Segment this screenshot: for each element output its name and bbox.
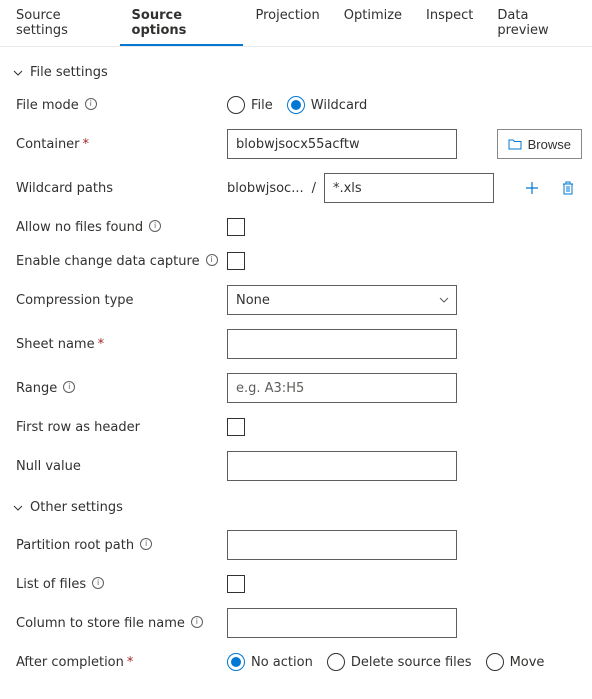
delete-path-button[interactable] xyxy=(554,174,582,202)
tab-source-options[interactable]: Source options xyxy=(120,0,244,46)
info-icon[interactable]: i xyxy=(63,381,75,393)
label-partition-root: Partition root path xyxy=(16,538,134,553)
required-marker: * xyxy=(127,655,134,670)
compression-select[interactable] xyxy=(227,285,457,315)
container-input[interactable] xyxy=(227,129,457,159)
row-wildcard-paths: Wildcard paths blobwjsoc... / xyxy=(12,166,592,210)
tab-data-preview[interactable]: Data preview xyxy=(485,0,588,46)
label-null-value: Null value xyxy=(16,459,81,474)
label-sheet-name: Sheet name xyxy=(16,337,95,352)
row-sheet-name: Sheet name * xyxy=(12,322,592,366)
row-allow-no-files: Allow no files found i xyxy=(12,210,592,244)
row-partition-root: Partition root path i xyxy=(12,523,592,567)
allow-no-files-checkbox[interactable] xyxy=(227,218,245,236)
info-icon[interactable]: i xyxy=(206,254,218,266)
list-of-files-checkbox[interactable] xyxy=(227,575,245,593)
row-file-mode: File mode i File Wildcard xyxy=(12,88,592,122)
tab-inspect[interactable]: Inspect xyxy=(414,0,485,46)
plus-icon xyxy=(525,181,539,195)
row-after-completion: After completion * No action Delete sour… xyxy=(12,645,592,679)
chevron-down-icon xyxy=(12,67,24,79)
section-other-settings-label: Other settings xyxy=(30,500,123,515)
folder-icon xyxy=(508,138,522,150)
radio-move[interactable]: Move xyxy=(486,653,545,671)
path-separator: / xyxy=(312,181,316,196)
range-input[interactable] xyxy=(227,373,457,403)
row-first-row-header: First row as header xyxy=(12,410,592,444)
radio-move-label: Move xyxy=(510,655,545,670)
first-row-header-checkbox[interactable] xyxy=(227,418,245,436)
row-list-of-files: List of files i xyxy=(12,567,592,601)
radio-wildcard-label: Wildcard xyxy=(311,98,368,113)
info-icon[interactable]: i xyxy=(85,98,97,110)
section-other-settings[interactable]: Other settings xyxy=(12,494,592,523)
after-completion-radio-group: No action Delete source files Move xyxy=(227,653,544,671)
radio-wildcard[interactable]: Wildcard xyxy=(287,96,368,114)
label-after-completion: After completion xyxy=(16,655,124,670)
sheet-name-input[interactable] xyxy=(227,329,457,359)
add-path-button[interactable] xyxy=(518,174,546,202)
tabs: Source settings Source options Projectio… xyxy=(0,0,592,47)
info-icon[interactable]: i xyxy=(191,616,203,628)
label-first-row-header: First row as header xyxy=(16,420,140,435)
row-compression-type: Compression type xyxy=(12,278,592,322)
label-compression-type: Compression type xyxy=(16,293,134,308)
section-file-settings-label: File settings xyxy=(30,65,108,80)
trash-icon xyxy=(561,181,575,195)
radio-file[interactable]: File xyxy=(227,96,273,114)
radio-no-action[interactable]: No action xyxy=(227,653,313,671)
column-store-filename-input[interactable] xyxy=(227,608,457,638)
radio-no-action-label: No action xyxy=(251,655,313,670)
label-file-mode: File mode xyxy=(16,98,79,113)
radio-delete-source-label: Delete source files xyxy=(351,655,472,670)
label-list-of-files: List of files xyxy=(16,577,86,592)
required-marker: * xyxy=(98,337,105,352)
label-range: Range xyxy=(16,381,57,396)
tab-optimize[interactable]: Optimize xyxy=(332,0,414,46)
row-null-value: Null value xyxy=(12,444,592,488)
label-wildcard-paths: Wildcard paths xyxy=(16,181,113,196)
label-column-store-filename: Column to store file name xyxy=(16,616,185,631)
null-value-input[interactable] xyxy=(227,451,457,481)
browse-button[interactable]: Browse xyxy=(497,129,582,159)
enable-cdc-checkbox[interactable] xyxy=(227,252,245,270)
info-icon[interactable]: i xyxy=(140,538,152,550)
wildcard-path-input[interactable] xyxy=(324,173,494,203)
tab-source-settings[interactable]: Source settings xyxy=(4,0,120,46)
required-marker: * xyxy=(83,137,90,152)
row-column-store-filename: Column to store file name i xyxy=(12,601,592,645)
row-enable-cdc: Enable change data capture i xyxy=(12,244,592,278)
radio-file-label: File xyxy=(251,98,273,113)
info-icon[interactable]: i xyxy=(92,577,104,589)
row-container: Container * Browse xyxy=(12,122,592,166)
info-icon[interactable]: i xyxy=(149,220,161,232)
label-allow-no-files: Allow no files found xyxy=(16,220,143,235)
file-mode-radio-group: File Wildcard xyxy=(227,96,367,114)
tab-projection[interactable]: Projection xyxy=(243,0,331,46)
wildcard-prefix: blobwjsoc... xyxy=(227,181,304,196)
label-enable-cdc: Enable change data capture xyxy=(16,254,200,269)
browse-button-label: Browse xyxy=(528,137,571,152)
row-range: Range i xyxy=(12,366,592,410)
source-options-panel: File settings File mode i File Wildcard … xyxy=(0,47,592,699)
chevron-down-icon xyxy=(12,502,24,514)
label-container: Container xyxy=(16,137,80,152)
section-file-settings[interactable]: File settings xyxy=(12,59,592,88)
partition-root-input[interactable] xyxy=(227,530,457,560)
radio-delete-source[interactable]: Delete source files xyxy=(327,653,472,671)
